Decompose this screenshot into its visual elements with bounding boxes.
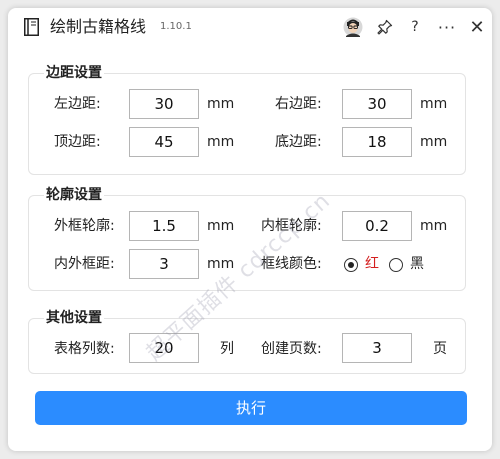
page-count-label: 创建页数: <box>261 341 322 357</box>
left-margin-input[interactable]: 30 <box>129 89 199 119</box>
pin-button[interactable] <box>372 14 398 40</box>
frame-gap-input[interactable]: 3 <box>129 249 199 279</box>
frame-gap-label: 内外框距: <box>54 256 115 272</box>
top-margin-input[interactable]: 45 <box>129 127 199 157</box>
top-margin-label: 顶边距: <box>54 134 101 150</box>
title-bar: 绘制古籍格线 1.10.1 ? ··· ✕ <box>8 8 492 46</box>
bottom-margin-unit: mm <box>420 134 448 150</box>
help-button[interactable]: ? <box>402 14 428 40</box>
right-margin-label: 右边距: <box>275 96 322 112</box>
color-black-label[interactable]: 黑 <box>410 255 424 273</box>
help-icon: ? <box>411 19 419 35</box>
table-columns-unit: 列 <box>220 341 234 357</box>
color-red-label[interactable]: 红 <box>365 255 379 273</box>
table-columns-label: 表格列数: <box>54 341 115 357</box>
table-columns-input[interactable]: 20 <box>129 333 199 363</box>
other-section-title: 其他设置 <box>44 310 104 326</box>
user-avatar-button[interactable] <box>340 14 366 40</box>
right-margin-unit: mm <box>420 96 448 112</box>
frame-gap-unit: mm <box>207 256 235 272</box>
close-button[interactable]: ✕ <box>464 14 490 40</box>
close-icon: ✕ <box>469 16 485 38</box>
margins-section-title: 边距设置 <box>44 65 104 81</box>
execute-button[interactable]: 执行 <box>35 391 467 425</box>
color-red-radio[interactable] <box>344 258 358 272</box>
avatar-icon <box>343 17 363 37</box>
more-icon: ··· <box>437 17 457 37</box>
outer-outline-input[interactable]: 1.5 <box>129 211 199 241</box>
page-count-unit: 页 <box>433 341 447 357</box>
window-title: 绘制古籍格线 <box>50 17 147 36</box>
bottom-margin-label: 底边距: <box>275 134 322 150</box>
line-color-label: 框线颜色: <box>261 256 322 272</box>
page-count-input[interactable]: 3 <box>342 333 412 363</box>
color-black-radio[interactable] <box>389 258 403 272</box>
outer-outline-unit: mm <box>207 218 235 234</box>
inner-outline-input[interactable]: 0.2 <box>342 211 412 241</box>
right-margin-input[interactable]: 30 <box>342 89 412 119</box>
left-margin-label: 左边距: <box>54 96 101 112</box>
left-margin-unit: mm <box>207 96 235 112</box>
inner-outline-label: 内框轮廓: <box>261 218 322 234</box>
top-margin-unit: mm <box>207 134 235 150</box>
dialog-window: 绘制古籍格线 1.10.1 ? ··· ✕ 边距设置 左边距: 30 mm 右边… <box>8 8 492 451</box>
outer-outline-label: 外框轮廓: <box>54 218 115 234</box>
inner-outline-unit: mm <box>420 218 448 234</box>
outline-section <box>28 195 466 291</box>
version-label: 1.10.1 <box>160 21 192 32</box>
outline-section-title: 轮廓设置 <box>44 187 104 203</box>
more-button[interactable]: ··· <box>434 14 460 40</box>
book-icon <box>24 18 39 36</box>
pin-icon <box>377 19 393 35</box>
bottom-margin-input[interactable]: 18 <box>342 127 412 157</box>
